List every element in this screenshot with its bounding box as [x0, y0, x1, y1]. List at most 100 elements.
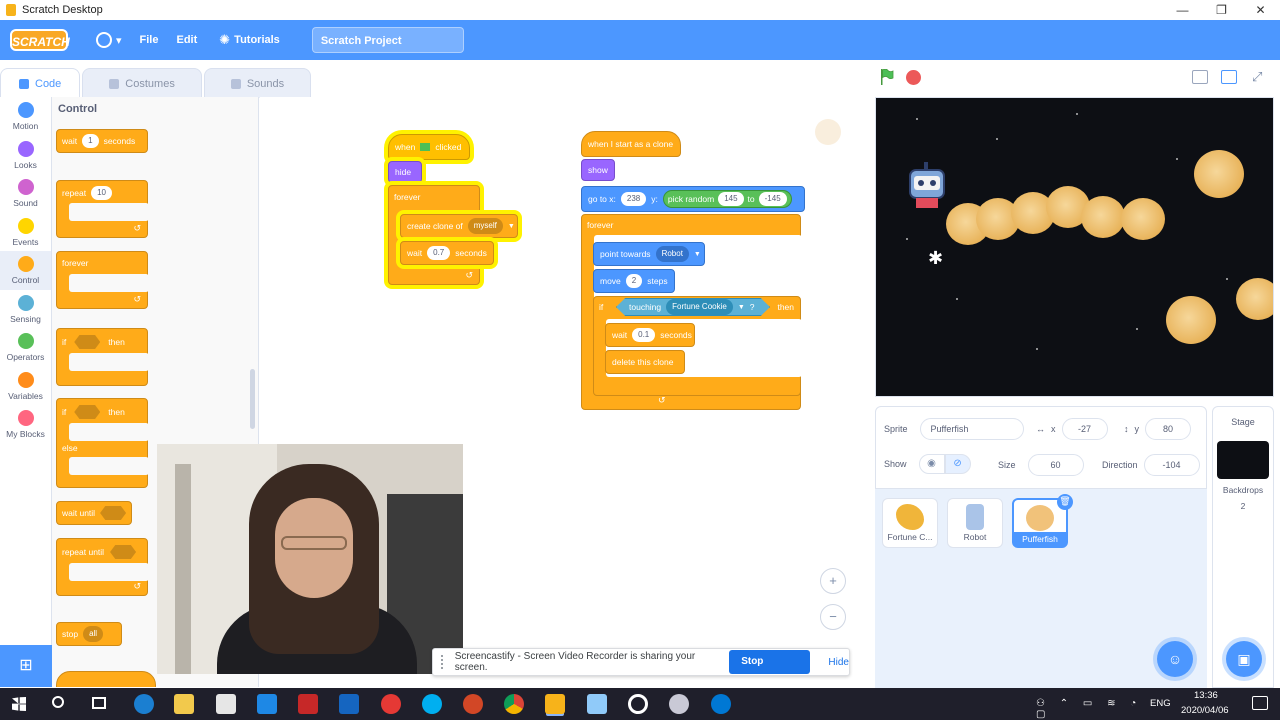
point-towards-block[interactable]: point towards Robot ▼: [593, 242, 705, 266]
hide-button[interactable]: Hide: [828, 657, 849, 668]
show-block[interactable]: show: [581, 159, 615, 181]
y-input[interactable]: 80: [1145, 418, 1191, 440]
block-input[interactable]: 10: [91, 186, 113, 200]
fortune-cookie-sprite[interactable]: ✱: [928, 248, 943, 269]
sprite-tile-fortune-cookie[interactable]: Fortune C...: [882, 498, 938, 548]
screencast-icon[interactable]: [381, 694, 401, 714]
add-sprite-button[interactable]: ☺: [1157, 641, 1193, 677]
category-events[interactable]: Events: [0, 213, 51, 252]
palette-wait-block[interactable]: wait 1 seconds: [56, 129, 148, 153]
stage-thumbnail[interactable]: [1217, 441, 1269, 479]
pufferfish-clone[interactable]: [1236, 278, 1273, 320]
touching-block[interactable]: touching Fortune Cookie ▼ ?: [616, 298, 770, 316]
palette-stop-block[interactable]: stop all: [56, 622, 122, 646]
add-extension-button[interactable]: ⊞: [0, 645, 52, 687]
delete-clone-block[interactable]: delete this clone: [605, 350, 685, 374]
palette-repeat-until-block[interactable]: repeat until ↺: [56, 538, 149, 596]
sprite-tile-robot[interactable]: Robot: [947, 498, 1003, 548]
settings-gear-icon[interactable]: [628, 694, 648, 714]
hide-block[interactable]: hide: [388, 161, 422, 183]
palette-forever-block[interactable]: forever ↺: [56, 251, 149, 309]
clock-date[interactable]: 2020/04/06: [1181, 705, 1229, 716]
size-input[interactable]: 60: [1027, 454, 1084, 476]
task-view-icon[interactable]: [92, 697, 106, 709]
category-sensing[interactable]: Sensing: [0, 290, 51, 329]
wait-block-2[interactable]: wait 0.1 seconds: [605, 323, 695, 347]
touching-target-dropdown[interactable]: Fortune Cookie: [666, 299, 733, 315]
category-variables[interactable]: Variables: [0, 367, 51, 406]
category-my-blocks[interactable]: My Blocks: [0, 405, 51, 444]
stop-button[interactable]: [906, 70, 921, 85]
pufferfish-sprite[interactable]: [1194, 150, 1244, 198]
when-flag-clicked-block[interactable]: when clicked: [388, 134, 470, 160]
show-eye-icon[interactable]: ◉: [918, 454, 945, 474]
block-input[interactable]: 1: [82, 134, 99, 148]
boolean-slot[interactable]: [100, 506, 127, 520]
palette-wait-until-block[interactable]: wait until: [56, 501, 132, 525]
category-control[interactable]: Control: [0, 251, 51, 290]
tab-sounds[interactable]: Sounds: [203, 68, 312, 98]
search-icon[interactable]: [52, 696, 64, 708]
palette-repeat-block[interactable]: repeat 10 ↺: [56, 180, 149, 238]
palette-scrollbar[interactable]: [250, 369, 255, 429]
scratch-logo[interactable]: SCRATCH: [10, 29, 70, 51]
delete-sprite-button[interactable]: 🗑: [1057, 494, 1073, 510]
snipping-icon[interactable]: [669, 694, 689, 714]
clone-target-dropdown[interactable]: myself: [467, 218, 503, 234]
category-looks[interactable]: Looks: [0, 136, 51, 175]
store-icon[interactable]: [216, 694, 236, 714]
file-menu[interactable]: File: [140, 34, 159, 46]
skype-icon[interactable]: [422, 694, 442, 714]
windows-start-icon[interactable]: [12, 697, 26, 711]
edit-menu[interactable]: Edit: [176, 34, 197, 46]
close-button[interactable]: ✕: [1241, 0, 1280, 20]
random-from-input[interactable]: 145: [718, 192, 744, 206]
zoom-in-button[interactable]: +: [820, 568, 846, 594]
palette-clone-hat-block[interactable]: [56, 671, 156, 687]
pufferfish-clone[interactable]: [1081, 196, 1125, 238]
wait-input[interactable]: 0.1: [632, 328, 656, 342]
minimize-button[interactable]: —: [1163, 0, 1202, 20]
stop-dropdown[interactable]: all: [83, 626, 104, 642]
tab-code[interactable]: Code: [0, 68, 81, 98]
fullscreen-icon[interactable]: ⤢: [1252, 69, 1262, 85]
stop-sharing-button[interactable]: Stop sharing: [729, 650, 811, 691]
project-title-input[interactable]: Scratch Project: [311, 27, 464, 53]
mail-icon[interactable]: [339, 694, 359, 714]
zoom-out-button[interactable]: −: [820, 604, 846, 630]
point-target-dropdown[interactable]: Robot: [655, 246, 689, 262]
direction-input[interactable]: -104: [1143, 454, 1200, 476]
x-input[interactable]: -27: [1061, 418, 1108, 440]
skype-business-icon[interactable]: [711, 694, 731, 714]
chrome-icon[interactable]: [504, 694, 524, 714]
powerpoint-icon[interactable]: [463, 694, 483, 714]
stage-canvas[interactable]: ✱: [875, 97, 1274, 397]
tutorials-menu[interactable]: ✺ Tutorials: [219, 32, 280, 48]
notepad-icon[interactable]: [587, 694, 607, 714]
file-explorer-icon[interactable]: [174, 694, 194, 714]
wait-input[interactable]: 0.7: [427, 246, 451, 260]
security-icon[interactable]: [298, 694, 318, 714]
palette-if-else-block[interactable]: if then else: [56, 398, 149, 488]
maximize-button[interactable]: ❐: [1202, 0, 1241, 20]
wait-block-1[interactable]: wait 0.7 seconds: [400, 241, 494, 265]
robot-sprite[interactable]: [898, 160, 958, 216]
notification-icon[interactable]: [1252, 696, 1268, 710]
random-to-input[interactable]: -145: [758, 192, 787, 206]
goto-xy-block[interactable]: go to x: 238 y: pick random 145 to -145: [581, 186, 805, 212]
drag-handle-icon[interactable]: [441, 655, 447, 669]
large-stage-button[interactable]: [1221, 70, 1237, 84]
pufferfish-clone[interactable]: [1166, 296, 1216, 344]
hide-eye-icon[interactable]: ⊘: [944, 454, 971, 474]
move-input[interactable]: 2: [625, 274, 643, 288]
language-indicator[interactable]: ENG: [1150, 698, 1171, 709]
language-menu[interactable]: ▾: [96, 32, 122, 48]
move-steps-block[interactable]: move 2 steps: [593, 269, 675, 293]
x-input[interactable]: 238: [620, 192, 647, 206]
lexicon-icon[interactable]: [257, 694, 277, 714]
boolean-slot[interactable]: [74, 335, 101, 349]
when-start-as-clone-block[interactable]: when I start as a clone: [581, 131, 681, 157]
tab-costumes[interactable]: Costumes: [82, 68, 202, 98]
category-operators[interactable]: Operators: [0, 328, 51, 367]
sprite-name-input[interactable]: Pufferfish: [919, 418, 1024, 440]
